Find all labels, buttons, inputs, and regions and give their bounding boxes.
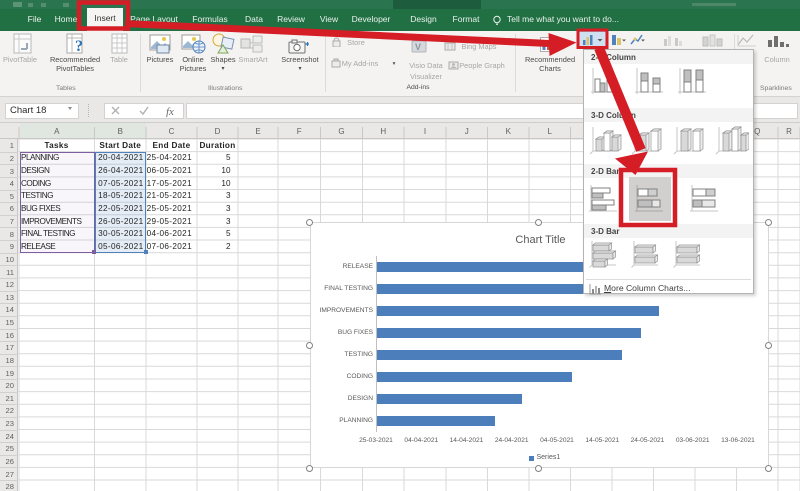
svg-text:fx: fx <box>166 106 174 117</box>
svg-text:?: ? <box>75 38 83 55</box>
svg-text:V: V <box>415 42 421 52</box>
